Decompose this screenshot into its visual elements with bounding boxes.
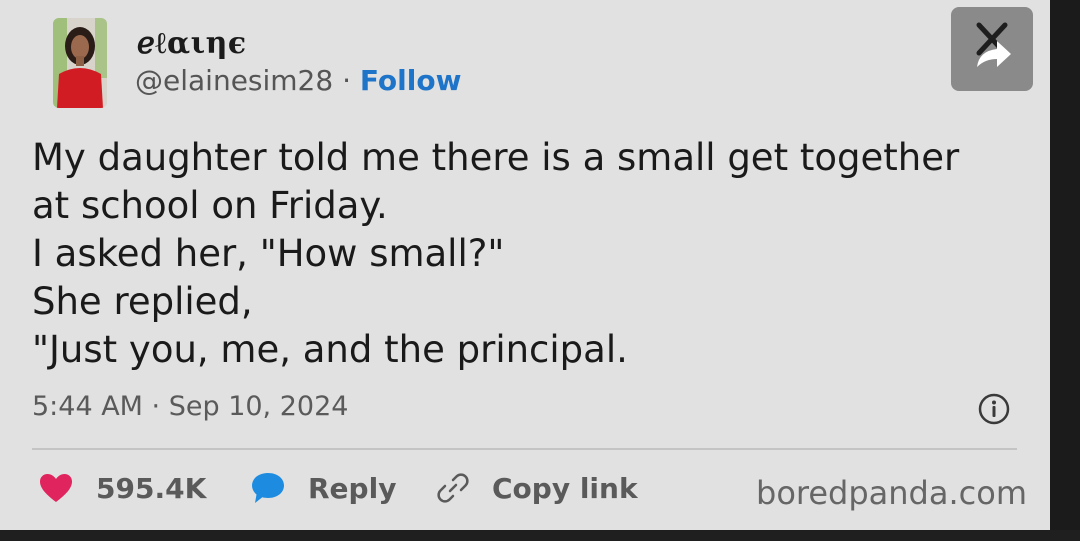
- copy-link-label: Copy link: [492, 471, 638, 505]
- tweet-line: She replied,: [32, 280, 253, 323]
- bottom-edge-bar: [0, 530, 1080, 541]
- avatar-photo: [53, 18, 107, 108]
- speech-bubble-icon: [252, 473, 284, 503]
- link-icon: [437, 473, 469, 503]
- divider: [32, 448, 1017, 450]
- tweet-line: "Just you, me, and the principal.: [32, 328, 628, 371]
- heart-icon: [40, 474, 72, 502]
- info-icon: [978, 393, 1010, 425]
- reply-button[interactable]: Reply: [250, 468, 396, 508]
- tweet-card: ℯℓαιηє @elainesim28 · Follow My daughter…: [0, 0, 1050, 530]
- info-button[interactable]: [977, 392, 1011, 426]
- x-share-button[interactable]: [951, 7, 1033, 91]
- like-button[interactable]: 595.4K: [38, 468, 206, 508]
- handle-line: @elainesim28 · Follow: [135, 64, 461, 97]
- avatar[interactable]: [53, 18, 107, 108]
- tweet-line: I asked her, "How small?": [32, 232, 505, 275]
- tweet-line: at school on Friday.: [32, 184, 388, 227]
- like-count: 595.4K: [96, 471, 207, 505]
- follow-button[interactable]: Follow: [360, 64, 462, 97]
- watermark: boredpanda.com: [756, 474, 1027, 512]
- tweet-timestamp[interactable]: 5:44 AM · Sep 10, 2024: [32, 391, 348, 422]
- x-share-icon: [976, 22, 1011, 67]
- reply-label: Reply: [308, 471, 397, 505]
- tweet-line: My daughter told me there is a small get…: [32, 136, 960, 179]
- user-handle[interactable]: @elainesim28: [135, 64, 333, 97]
- tweet-text: My daughter told me there is a small get…: [32, 134, 1032, 374]
- copy-link-button[interactable]: Copy link: [436, 468, 638, 508]
- display-name[interactable]: ℯℓαιηє: [137, 26, 247, 61]
- right-edge-bar: [1050, 0, 1080, 541]
- handle-separator: ·: [342, 64, 351, 97]
